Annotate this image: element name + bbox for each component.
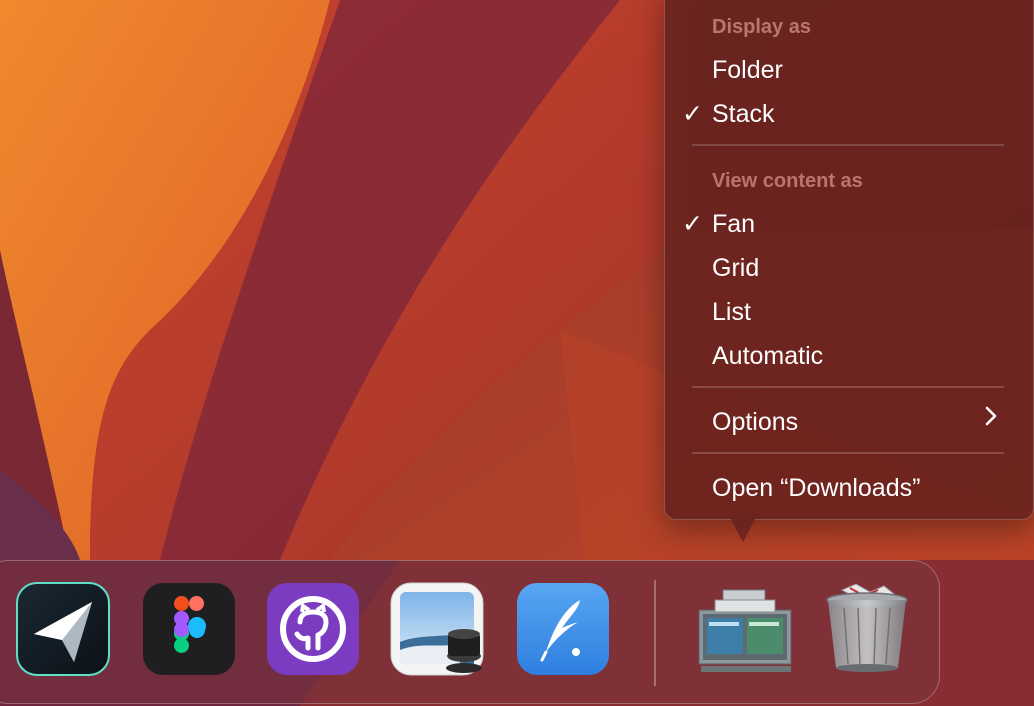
menu-pointer	[729, 516, 757, 542]
menu-item-grid[interactable]: Grid	[712, 253, 759, 283]
menu-item-stack[interactable]: Stack	[712, 99, 775, 129]
menu-item-automatic[interactable]: Automatic	[712, 341, 823, 371]
figma-icon[interactable]	[142, 582, 236, 676]
github-icon[interactable]	[266, 582, 360, 676]
menu-item-folder[interactable]: Folder	[712, 55, 783, 85]
menu-item-open-downloads[interactable]: Open “Downloads”	[712, 473, 920, 503]
display-as-header: Display as	[712, 16, 811, 38]
menu-item-options[interactable]: Options	[712, 407, 798, 437]
view-content-header: View content as	[712, 170, 863, 192]
menu-item-list[interactable]: List	[712, 297, 751, 327]
downloads-stack-icon[interactable]	[695, 582, 795, 676]
quill-icon[interactable]	[516, 582, 610, 676]
menu-separator	[692, 452, 1004, 454]
chevron-right-icon	[985, 406, 997, 426]
checkmark-icon: ✓	[682, 210, 703, 238]
checkmark-icon: ✓	[682, 100, 703, 128]
dock-divider	[654, 580, 656, 686]
paper-plane-icon[interactable]	[16, 582, 110, 676]
preview-icon[interactable]	[390, 582, 484, 676]
menu-item-fan[interactable]: Fan	[712, 209, 755, 239]
menu-separator	[692, 144, 1004, 146]
menu-separator	[692, 386, 1004, 388]
trash-icon[interactable]	[820, 582, 914, 676]
